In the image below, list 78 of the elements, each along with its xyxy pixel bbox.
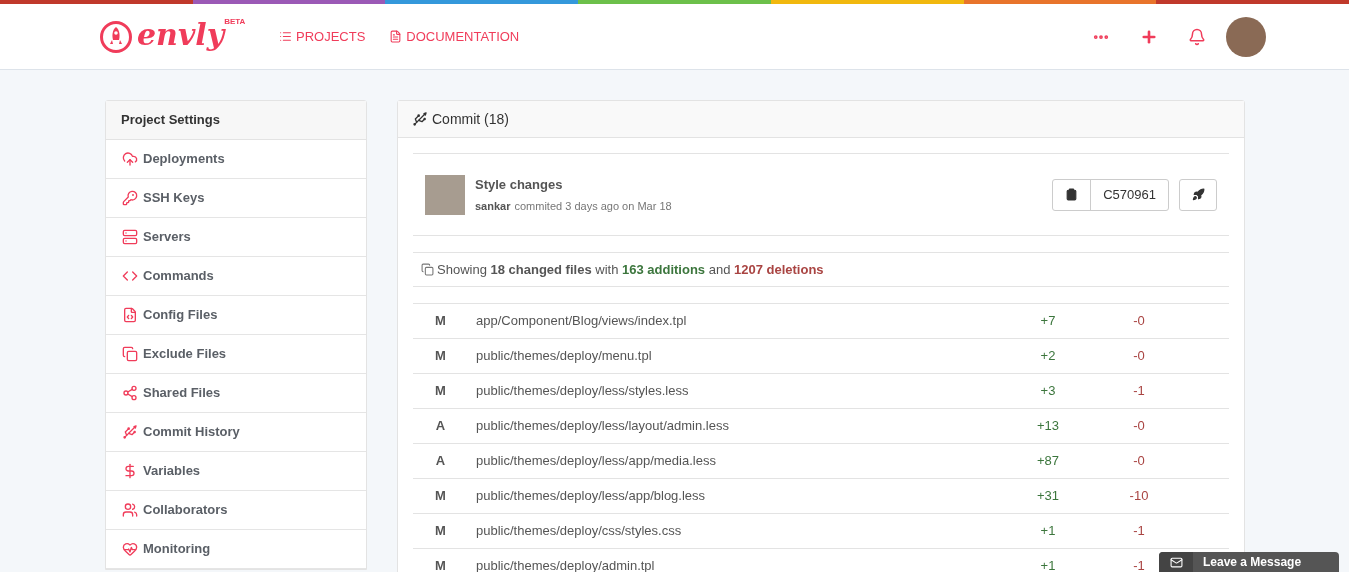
sidebar-item[interactable]: Servers — [106, 218, 366, 257]
file-path[interactable]: public/themes/deploy/less/layout/admin.less — [476, 416, 1026, 436]
cloud-upload-icon — [122, 151, 138, 167]
heart-pulse-icon — [122, 541, 138, 557]
clipboard-icon — [1065, 188, 1079, 201]
sidebar-item[interactable]: Commands — [106, 257, 366, 296]
deletions-cell-text: -1 — [1132, 522, 1146, 541]
status-cell-text: M — [434, 347, 447, 366]
sidebar-item[interactable]: Monitoring — [106, 530, 366, 569]
status-cell-text: M — [434, 557, 447, 572]
commit-meta: commited 3 days ago on Mar 18 — [514, 199, 672, 214]
chat-widget-label: Leave a Message — [1203, 554, 1302, 571]
additions-cell-text: +1 — [1039, 557, 1057, 572]
author-name[interactable]: sankar — [475, 198, 511, 215]
code-file-icon — [122, 307, 138, 323]
additions-cell-text: +3 — [1039, 382, 1057, 401]
deletions-cell-text: -0 — [1132, 452, 1146, 471]
status-cell-text: M — [434, 487, 447, 506]
sidebar-item[interactable]: Collaborators — [106, 491, 366, 530]
share-icon — [122, 385, 138, 401]
beta-label: BETA — [224, 15, 246, 26]
code-icon — [122, 268, 138, 284]
panel-title: Commit (18) — [432, 109, 509, 129]
document-icon — [389, 30, 403, 43]
nav-link[interactable]: DOCUMENTATION — [389, 26, 520, 47]
rocket-icon — [1191, 188, 1205, 201]
sidebar-item[interactable]: Config Files — [106, 296, 366, 335]
additions-cell-text: +31 — [1035, 487, 1061, 506]
nav-link[interactable]: PROJECTS — [279, 26, 366, 47]
commit-hash: C570961 — [1102, 185, 1157, 204]
file-path[interactable]: public/themes/deploy/menu.tpl — [476, 346, 1026, 366]
deletions-cell-text: -1 — [1132, 557, 1146, 572]
files-icon — [421, 263, 434, 276]
sidebar-item[interactable]: Variables — [106, 452, 366, 491]
sidebar-item[interactable]: Commit History — [106, 413, 366, 452]
rocket-logo-icon — [99, 19, 133, 54]
copy-icon — [122, 346, 138, 362]
sidebar-item[interactable]: SSH Keys — [106, 179, 366, 218]
additions-cell-text: +7 — [1039, 312, 1057, 331]
additions-cell-text: +13 — [1035, 417, 1061, 436]
notification-icon[interactable] — [1188, 27, 1206, 46]
deploy-button[interactable] — [1179, 178, 1217, 211]
file-path[interactable]: public/themes/deploy/less/app/media.less — [476, 451, 1026, 471]
list-icon — [279, 30, 292, 43]
deletions-cell-text: -10 — [1128, 487, 1150, 506]
mail-icon — [1169, 555, 1183, 569]
dollar-icon — [122, 463, 138, 479]
status-cell-text: A — [434, 417, 447, 436]
file-path[interactable]: public/themes/deploy/less/styles.less — [476, 381, 1026, 401]
logo-wordmark[interactable]: envly — [137, 19, 225, 50]
user-avatar[interactable] — [1226, 16, 1266, 57]
additions-cell-text: +87 — [1035, 452, 1061, 471]
status-cell-text: M — [434, 522, 447, 541]
author-photo-placeholder — [425, 174, 465, 215]
status-cell-text: M — [434, 382, 447, 401]
status-cell-text: A — [434, 452, 447, 471]
sidebar-item[interactable]: Shared Files — [106, 374, 366, 413]
file-path[interactable]: public/themes/deploy/css/styles.css — [476, 521, 1026, 541]
deletions-cell-text: -1 — [1132, 382, 1146, 401]
key-icon — [122, 190, 138, 206]
deletions-cell-text: -0 — [1132, 417, 1146, 436]
users-icon — [122, 502, 138, 518]
sidebar-title: Project Settings — [106, 101, 366, 140]
changes-summary: Showing 18 changed files with 163 additions and 1207 deletions — [437, 260, 824, 279]
file-path[interactable]: public/themes/deploy/less/app/blog.less — [476, 486, 1026, 506]
additions-cell-text: +1 — [1039, 522, 1057, 541]
sidebar-item[interactable]: Deployments — [106, 140, 366, 179]
chat-widget-tab[interactable]: Leave a Message — [1159, 552, 1339, 572]
status-cell-text: M — [434, 312, 447, 331]
usb-icon — [412, 111, 428, 127]
deletions-cell-text: -0 — [1132, 347, 1146, 366]
additions-cell-text: +2 — [1039, 347, 1057, 366]
usb-icon — [122, 424, 138, 440]
file-path[interactable]: app/Component/Blog/views/index.tpl — [476, 311, 1026, 331]
commit-message[interactable]: Style changes — [475, 174, 672, 194]
server-icon — [122, 229, 138, 245]
sidebar-item[interactable]: Exclude Files — [106, 335, 366, 374]
deletions-cell-text: -0 — [1132, 312, 1146, 331]
